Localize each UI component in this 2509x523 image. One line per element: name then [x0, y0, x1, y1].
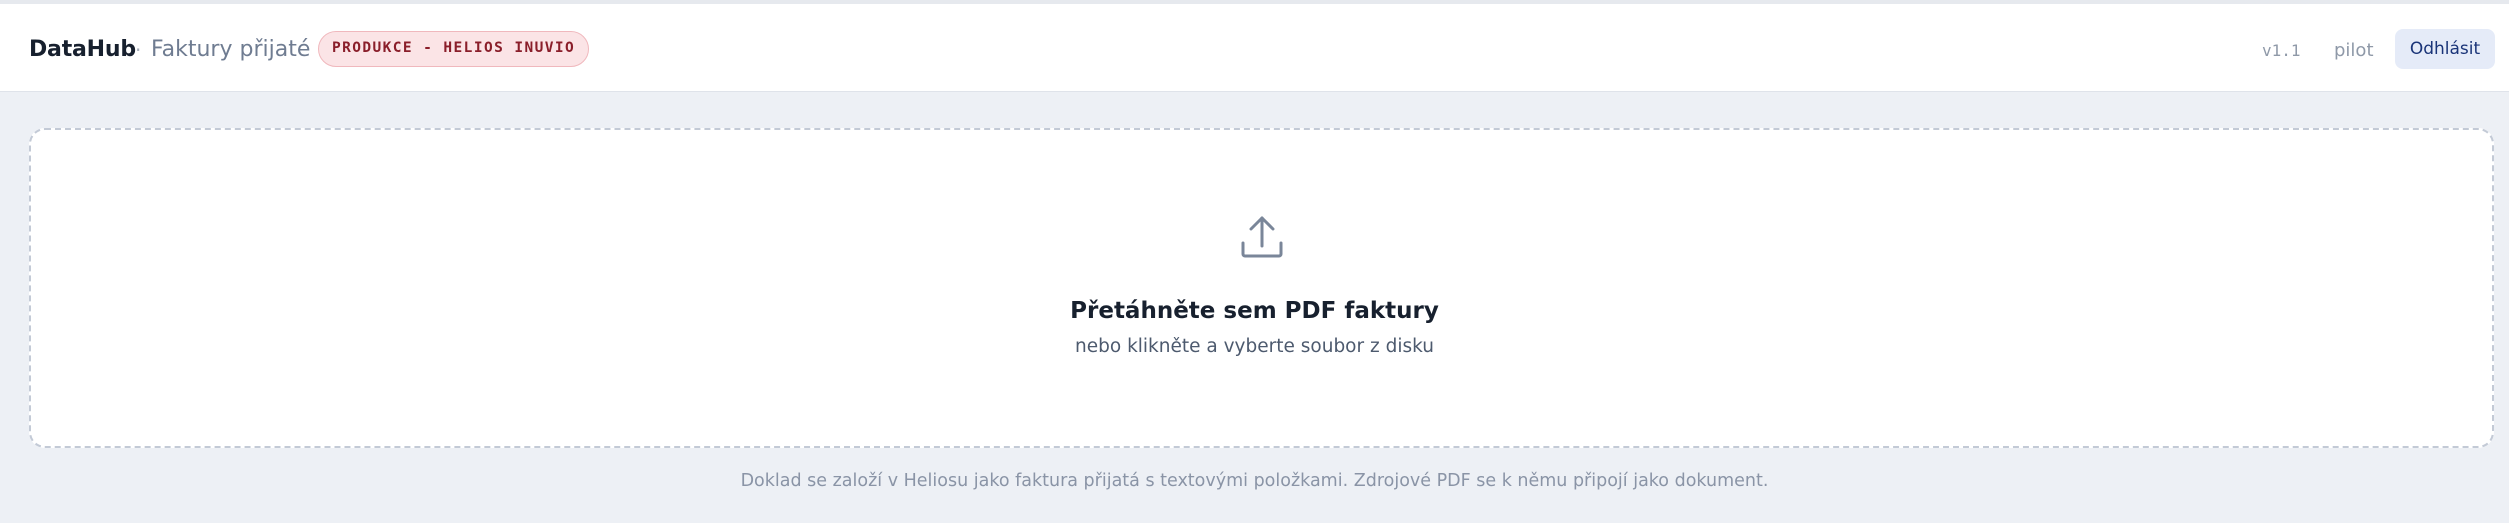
- environment-badge: PRODUKCE - HELIOS INUVIO: [318, 31, 590, 67]
- username-label: pilot: [2334, 40, 2374, 61]
- app-header: DataHub · Faktury přijaté PRODUKCE - HEL…: [0, 4, 2509, 92]
- brand-logo[interactable]: DataHub: [29, 36, 136, 64]
- dropzone-title: Přetáhněte sem PDF faktury: [1070, 298, 1439, 324]
- pdf-dropzone[interactable]: [29, 128, 2494, 448]
- logout-button[interactable]: Odhlásit: [2395, 29, 2495, 69]
- dropzone-subtitle: nebo klikněte a vyberte soubor z disku: [1075, 336, 1434, 357]
- upload-icon: [1241, 216, 1283, 258]
- breadcrumb-separator: ·: [135, 38, 142, 62]
- page-title: Faktury přijaté: [151, 37, 311, 62]
- version-label: v1.1: [2262, 41, 2301, 60]
- info-footnote: Doklad se založí v Heliosu jako faktura …: [740, 471, 1769, 491]
